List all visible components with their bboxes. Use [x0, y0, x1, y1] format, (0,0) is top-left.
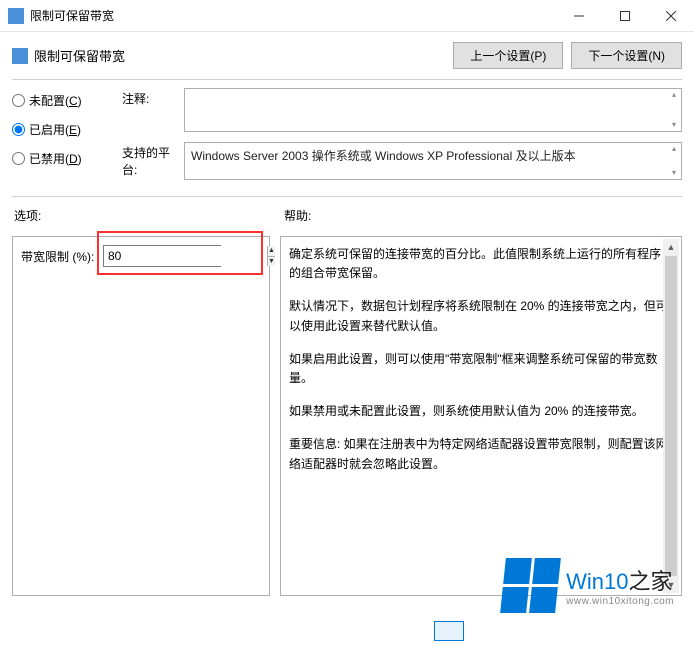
divider — [12, 79, 682, 80]
scroll-up-icon[interactable]: ▲ — [663, 239, 679, 255]
radio-label: 未配置(C) — [29, 92, 82, 109]
radio-disabled-input[interactable] — [12, 152, 25, 165]
bandwidth-limit-input[interactable] — [104, 246, 267, 266]
watermark-url: www.win10xitong.com — [566, 596, 674, 607]
scroll-thumb[interactable] — [665, 256, 677, 576]
radio-not-configured[interactable]: 未配置(C) — [12, 92, 112, 109]
spinner-down-button[interactable]: ▼ — [268, 257, 275, 267]
bandwidth-limit-label: 带宽限制 (%): — [21, 248, 103, 265]
maximize-button[interactable] — [602, 0, 648, 32]
next-setting-button[interactable]: 下一个设置(N) — [571, 42, 682, 69]
scrollbar-icon: ▴▾ — [669, 145, 679, 177]
policy-header: 限制可保留带宽 上一个设置(P) 下一个设置(N) — [0, 32, 694, 75]
window-controls — [556, 0, 694, 31]
help-text: 确定系统可保留的连接带宽的百分比。此值限制系统上运行的所有程序的组合带宽保留。 — [289, 245, 671, 283]
radio-disabled[interactable]: 已禁用(D) — [12, 150, 112, 167]
comment-input[interactable]: ▴▾ — [184, 88, 682, 132]
comment-label: 注释: — [122, 88, 184, 132]
spinner-up-button[interactable]: ▲ — [268, 246, 275, 257]
help-text: 重要信息: 如果在注册表中为特定网络适配器设置带宽限制，则配置该网络适配器时就会… — [289, 435, 671, 473]
options-heading: 选项: — [14, 207, 284, 224]
help-text: 默认情况下，数据包计划程序将系统限制在 20% 的连接带宽之内，但可以使用此设置… — [289, 297, 671, 335]
close-button[interactable] — [648, 0, 694, 32]
radio-enabled-input[interactable] — [12, 123, 25, 136]
scrollbar[interactable]: ▲ ▼ — [663, 239, 679, 593]
help-heading: 帮助: — [284, 207, 680, 224]
state-radio-group: 未配置(C) 已启用(E) 已禁用(D) — [12, 88, 112, 190]
help-text: 如果启用此设置，则可以使用"带宽限制"框来调整系统可保留的带宽数量。 — [289, 350, 671, 388]
options-pane: 带宽限制 (%): ▲ ▼ — [12, 236, 270, 596]
lower-panel: 带宽限制 (%): ▲ ▼ 确定系统可保留的连接带宽的百分比。此值限制系统上运行… — [0, 228, 694, 596]
cropped-button-fragment — [434, 621, 464, 641]
divider — [12, 196, 682, 197]
policy-icon — [12, 48, 28, 64]
policy-title: 限制可保留带宽 — [34, 46, 445, 65]
upper-panel: 未配置(C) 已启用(E) 已禁用(D) 注释: ▴▾ 支持的平台: Windo… — [0, 88, 694, 190]
radio-label: 已禁用(D) — [29, 150, 82, 167]
platform-box: Windows Server 2003 操作系统或 Windows XP Pro… — [184, 142, 682, 180]
scrollbar-icon: ▴▾ — [669, 91, 679, 129]
bandwidth-limit-row: 带宽限制 (%): ▲ ▼ — [21, 245, 261, 267]
platform-label: 支持的平台: — [122, 142, 184, 180]
platform-text: Windows Server 2003 操作系统或 Windows XP Pro… — [191, 149, 576, 163]
help-pane: 确定系统可保留的连接带宽的百分比。此值限制系统上运行的所有程序的组合带宽保留。 … — [280, 236, 682, 596]
section-labels: 选项: 帮助: — [0, 203, 694, 228]
scroll-down-icon[interactable]: ▼ — [663, 577, 679, 593]
previous-setting-button[interactable]: 上一个设置(P) — [453, 42, 563, 69]
bandwidth-limit-spinner[interactable]: ▲ ▼ — [103, 245, 221, 267]
radio-label: 已启用(E) — [29, 121, 81, 138]
titlebar: 限制可保留带宽 — [0, 0, 694, 32]
app-icon — [8, 8, 24, 24]
meta-fields: 注释: ▴▾ 支持的平台: Windows Server 2003 操作系统或 … — [122, 88, 682, 190]
radio-not-configured-input[interactable] — [12, 94, 25, 107]
radio-enabled[interactable]: 已启用(E) — [12, 121, 112, 138]
window-title: 限制可保留带宽 — [30, 7, 556, 24]
help-text: 如果禁用或未配置此设置，则系统使用默认值为 20% 的连接带宽。 — [289, 402, 671, 421]
minimize-button[interactable] — [556, 0, 602, 32]
